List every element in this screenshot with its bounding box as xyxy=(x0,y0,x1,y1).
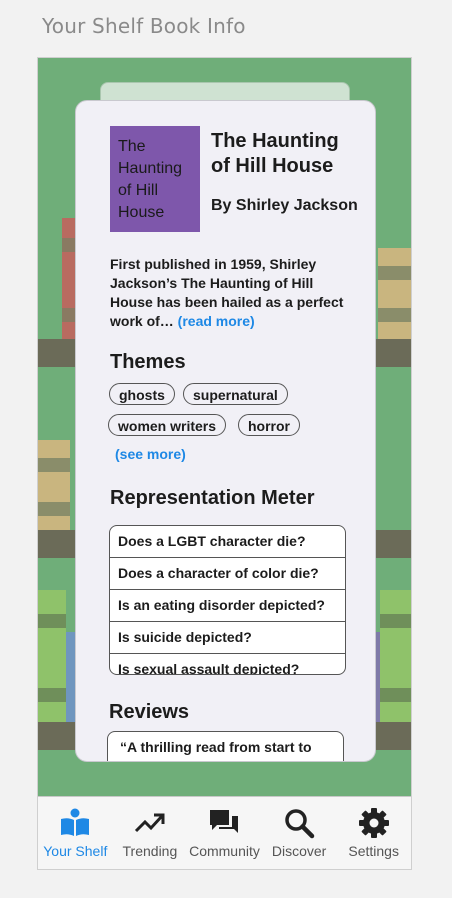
chat-bubbles-icon xyxy=(210,810,239,833)
meter-question[interactable]: Does a LGBT character die? xyxy=(110,526,345,558)
book-cover-title: The Haunting of Hill House xyxy=(118,138,183,221)
shelf-book xyxy=(38,590,66,722)
meter-question[interactable]: Does a character of color die? xyxy=(110,558,345,590)
see-more-themes-link[interactable]: (see more) xyxy=(115,446,186,462)
book-info-card: The Haunting of Hill House The Haunting … xyxy=(75,100,376,762)
meter-question[interactable]: Is an eating disorder depicted? xyxy=(110,590,345,622)
shelf-book xyxy=(38,440,70,530)
themes-heading: Themes xyxy=(110,351,186,373)
book-author: By Shirley Jackson xyxy=(211,197,358,214)
search-icon xyxy=(285,809,315,839)
open-book-icon xyxy=(61,808,90,836)
book-cover: The Haunting of Hill House xyxy=(110,126,200,232)
representation-meter-heading: Representation Meter xyxy=(110,487,315,509)
tab-label: Trending xyxy=(122,843,178,859)
screen-title: Your Shelf Book Info xyxy=(42,14,246,38)
tab-label: Settings xyxy=(348,843,399,859)
tab-settings[interactable]: Settings xyxy=(338,807,410,859)
representation-meter-list: Does a LGBT character die? Does a charac… xyxy=(109,525,346,675)
review-card[interactable]: “A thrilling read from start to xyxy=(107,731,344,761)
tab-label: Community xyxy=(189,843,260,859)
read-more-link[interactable]: (read more) xyxy=(178,313,255,329)
shelf-book xyxy=(378,248,411,339)
tab-trending[interactable]: Trending xyxy=(114,807,186,859)
trending-up-icon xyxy=(134,813,165,833)
shelf-book xyxy=(380,590,411,722)
book-title: The Haunting of Hill House xyxy=(211,130,339,177)
tab-label: Your Shelf xyxy=(43,843,108,859)
theme-tag-ghosts[interactable]: ghosts xyxy=(109,383,175,405)
theme-tag-supernatural[interactable]: supernatural xyxy=(183,383,288,405)
theme-tag-women-writers[interactable]: women writers xyxy=(108,414,227,436)
theme-tag-horror[interactable]: horror xyxy=(238,414,300,436)
review-text: “A thrilling read from start to xyxy=(120,739,312,755)
book-summary: First published in 1959, Shirley Jackson… xyxy=(110,255,350,331)
tab-discover[interactable]: Discover xyxy=(263,807,335,859)
tab-label: Discover xyxy=(271,843,327,859)
phone-screen: The Haunting of Hill House The Haunting … xyxy=(37,57,412,870)
tab-bar: Your Shelf Trending Community Discover S… xyxy=(38,796,411,869)
meter-question[interactable]: Is sexual assault depicted? xyxy=(110,654,345,674)
gear-icon xyxy=(358,808,389,838)
reviews-heading: Reviews xyxy=(109,701,190,723)
meter-question[interactable]: Is suicide depicted? xyxy=(110,622,345,654)
tab-community[interactable]: Community xyxy=(188,807,260,859)
tab-your-shelf[interactable]: Your Shelf xyxy=(39,807,111,859)
